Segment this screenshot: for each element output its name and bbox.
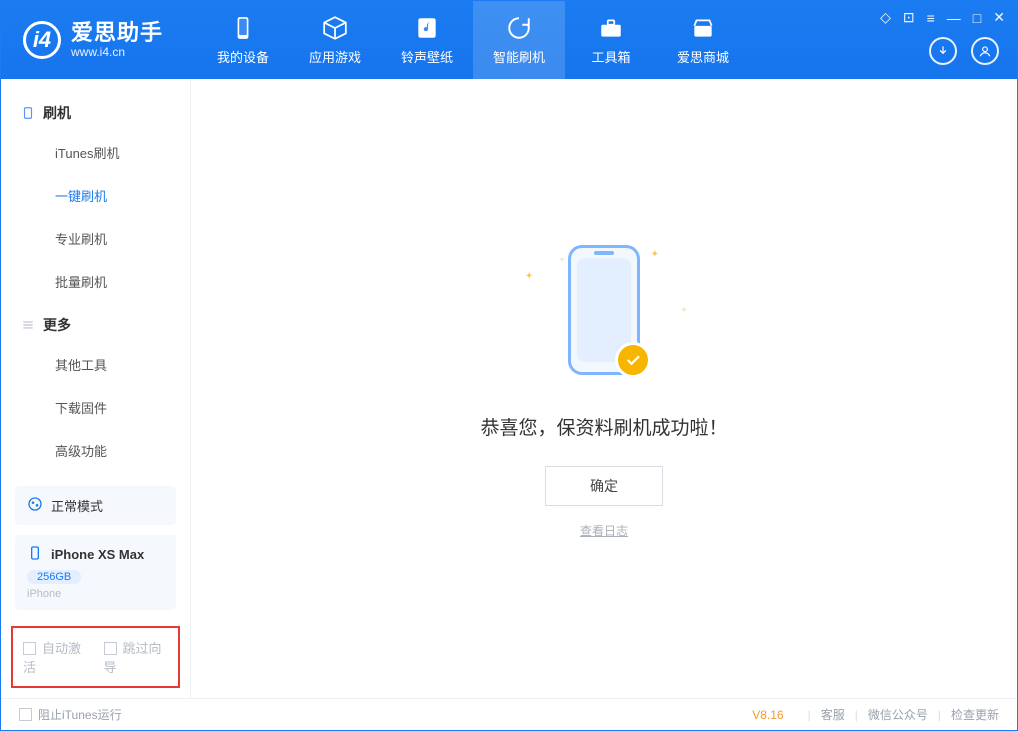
sidebar-group-title: 刷机 bbox=[43, 103, 71, 123]
nav-toolbox[interactable]: 工具箱 bbox=[565, 1, 657, 79]
checkbox-block-itunes[interactable]: 阻止iTunes运行 bbox=[19, 706, 122, 723]
app-logo: i4 爱思助手 www.i4.cn bbox=[1, 1, 183, 79]
status-mode-card[interactable]: 正常模式 bbox=[15, 486, 176, 525]
skin-icon[interactable]: ◇ bbox=[880, 9, 891, 26]
checkbox-auto-activate[interactable]: 自动激活 bbox=[23, 638, 88, 676]
nav-label: 我的设备 bbox=[217, 47, 269, 66]
app-name-en: www.i4.cn bbox=[71, 46, 163, 59]
top-nav: 我的设备 应用游戏 铃声壁纸 智能刷机 工具箱 bbox=[197, 1, 749, 79]
sidebar-item-advanced[interactable]: 高级功能 bbox=[1, 429, 190, 472]
device-type: iPhone bbox=[27, 588, 164, 600]
maximize-icon[interactable]: □ bbox=[973, 10, 981, 26]
success-illustration: ✦ + ✦ + bbox=[519, 245, 689, 395]
status-bar: 阻止iTunes运行 V8.16 | 客服 | 微信公众号 | 检查更新 bbox=[1, 698, 1017, 730]
nav-apps-games[interactable]: 应用游戏 bbox=[289, 1, 381, 79]
ok-button[interactable]: 确定 bbox=[545, 466, 663, 506]
sidebar-group-flash: 刷机 bbox=[1, 91, 190, 131]
checkbox-skip-setup[interactable]: 跳过向导 bbox=[104, 638, 169, 676]
success-title: 恭喜您，保资料刷机成功啦！ bbox=[480, 413, 727, 440]
minimize-icon[interactable]: — bbox=[947, 10, 961, 26]
app-header: i4 爱思助手 www.i4.cn 我的设备 应用游戏 铃声壁纸 bbox=[1, 1, 1017, 79]
nav-label: 爱思商城 bbox=[677, 47, 729, 66]
nav-my-device[interactable]: 我的设备 bbox=[197, 1, 289, 79]
menu-list-icon bbox=[21, 318, 35, 332]
status-mode-label: 正常模式 bbox=[51, 496, 103, 515]
nav-label: 应用游戏 bbox=[309, 47, 361, 66]
download-manager-button[interactable] bbox=[929, 37, 957, 65]
logo-icon: i4 bbox=[23, 21, 61, 59]
close-icon[interactable]: ✕ bbox=[993, 9, 1005, 26]
device-storage-badge: 256GB bbox=[27, 570, 81, 584]
refresh-icon bbox=[506, 15, 532, 41]
version-label: V8.16 bbox=[752, 708, 783, 722]
sidebar: 刷机 iTunes刷机 一键刷机 专业刷机 批量刷机 更多 其他工具 下载固件 … bbox=[1, 79, 191, 698]
success-panel: ✦ + ✦ + 恭喜您，保资料刷机成功啦！ 确定 查看日志 bbox=[480, 237, 727, 540]
checkbox-icon bbox=[104, 642, 117, 655]
highlighted-options: 自动激活 跳过向导 bbox=[11, 626, 180, 688]
device-card[interactable]: iPhone XS Max 256GB iPhone bbox=[15, 535, 176, 610]
nav-store[interactable]: 爱思商城 bbox=[657, 1, 749, 79]
toolbox-icon bbox=[598, 15, 624, 41]
app-name-cn: 爱思助手 bbox=[71, 21, 163, 45]
sidebar-item-oneclick-flash[interactable]: 一键刷机 bbox=[1, 174, 190, 217]
main-content: ✦ + ✦ + 恭喜您，保资料刷机成功啦！ 确定 查看日志 bbox=[191, 79, 1017, 698]
sidebar-item-batch-flash[interactable]: 批量刷机 bbox=[1, 260, 190, 303]
phone-icon bbox=[230, 15, 256, 41]
feedback-icon[interactable]: ⊡ bbox=[903, 9, 915, 26]
phone-illustration-icon bbox=[568, 245, 640, 375]
device-icon bbox=[27, 545, 43, 564]
music-icon bbox=[414, 15, 440, 41]
sidebar-item-itunes-flash[interactable]: iTunes刷机 bbox=[1, 131, 190, 174]
checkmark-icon bbox=[615, 342, 651, 378]
nav-flash[interactable]: 智能刷机 bbox=[473, 1, 565, 79]
checkbox-icon bbox=[23, 642, 36, 655]
nav-label: 铃声壁纸 bbox=[401, 47, 453, 66]
footer-link-update[interactable]: 检查更新 bbox=[951, 706, 999, 723]
nav-label: 工具箱 bbox=[592, 47, 631, 66]
checkbox-icon bbox=[19, 708, 32, 721]
view-log-link[interactable]: 查看日志 bbox=[580, 524, 628, 538]
sidebar-group-more: 更多 bbox=[1, 303, 190, 343]
footer-link-wechat[interactable]: 微信公众号 bbox=[868, 706, 928, 723]
sidebar-item-other-tools[interactable]: 其他工具 bbox=[1, 343, 190, 386]
device-name: iPhone XS Max bbox=[51, 547, 144, 562]
nav-ringtones[interactable]: 铃声壁纸 bbox=[381, 1, 473, 79]
header-right-buttons bbox=[929, 37, 999, 65]
footer-link-support[interactable]: 客服 bbox=[821, 706, 845, 723]
account-button[interactable] bbox=[971, 37, 999, 65]
window-controls: ◇ ⊡ ≡ — □ ✕ bbox=[880, 9, 1005, 26]
store-icon bbox=[690, 15, 716, 41]
mode-icon bbox=[27, 496, 43, 515]
menu-icon[interactable]: ≡ bbox=[927, 10, 935, 26]
sidebar-item-download-firmware[interactable]: 下载固件 bbox=[1, 386, 190, 429]
sidebar-item-pro-flash[interactable]: 专业刷机 bbox=[1, 217, 190, 260]
device-outline-icon bbox=[21, 106, 35, 120]
sidebar-group-title: 更多 bbox=[43, 315, 71, 335]
nav-label: 智能刷机 bbox=[493, 47, 545, 66]
cube-icon bbox=[322, 15, 348, 41]
